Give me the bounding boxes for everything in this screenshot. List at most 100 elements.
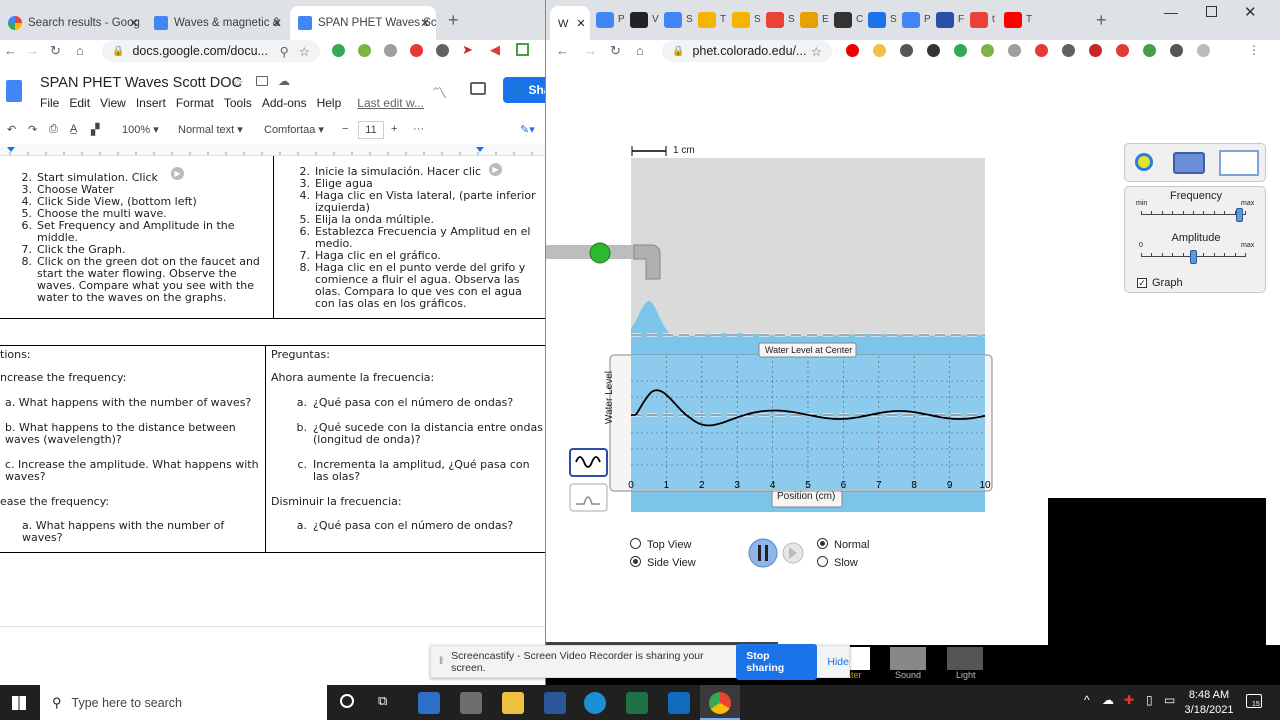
tab-search-results[interactable]: Search results - Goog ✕ bbox=[0, 6, 145, 40]
tab-title[interactable]: P bbox=[924, 14, 931, 25]
close-icon[interactable]: ✕ bbox=[272, 16, 282, 30]
taskbar-search-box[interactable]: ⚲ Type here to search bbox=[40, 685, 327, 720]
tab-title[interactable]: T bbox=[1026, 14, 1032, 25]
tab-favicon-icon[interactable] bbox=[698, 12, 716, 28]
extension-icon[interactable] bbox=[1116, 44, 1129, 57]
extension-plus-icon[interactable] bbox=[358, 44, 371, 57]
minimize-icon[interactable]: — bbox=[1164, 4, 1178, 20]
extension-icon[interactable] bbox=[1170, 44, 1183, 57]
taskbar-clock[interactable]: 8:48 AM 3/18/2021 bbox=[1180, 688, 1238, 718]
back-icon[interactable]: ← bbox=[556, 43, 569, 58]
screencastify-icon[interactable]: ◀ bbox=[490, 42, 500, 58]
google-docs-logo-icon[interactable] bbox=[6, 80, 22, 102]
tab-title[interactable]: S bbox=[754, 14, 761, 25]
move-folder-icon[interactable] bbox=[256, 76, 268, 86]
paint-format-icon[interactable]: ▞ bbox=[91, 123, 99, 136]
reload-icon[interactable]: ↻ bbox=[50, 43, 61, 59]
speaker-icon[interactable] bbox=[890, 647, 926, 670]
amplitude-slider-thumb[interactable] bbox=[1189, 250, 1197, 264]
extension-icon[interactable] bbox=[954, 44, 967, 57]
app-icon[interactable] bbox=[418, 692, 440, 714]
activity-trend-icon[interactable]: 〽 bbox=[432, 82, 447, 103]
tab-title[interactable]: V bbox=[652, 14, 659, 25]
grammarly-icon[interactable] bbox=[332, 44, 345, 57]
tab-favicon-icon[interactable] bbox=[902, 12, 920, 28]
extension-icon[interactable] bbox=[927, 44, 940, 57]
tab-title[interactable]: S bbox=[686, 14, 693, 25]
drag-handle-icon[interactable]: ‖ bbox=[439, 656, 443, 667]
decrease-font-icon[interactable]: − bbox=[342, 123, 348, 135]
close-icon[interactable]: ✕ bbox=[129, 16, 139, 30]
view-top-radio[interactable]: Top View bbox=[630, 538, 691, 551]
reload-icon[interactable]: ↻ bbox=[610, 43, 621, 59]
menu-help[interactable]: Help bbox=[317, 96, 342, 110]
tab-favicon-icon[interactable] bbox=[970, 12, 988, 28]
extension-icon[interactable] bbox=[981, 44, 994, 57]
cursor-extension-icon[interactable]: ➤ bbox=[462, 42, 473, 58]
bookmark-star-icon[interactable]: ☆ bbox=[811, 44, 822, 59]
comments-icon[interactable] bbox=[470, 82, 486, 95]
frequency-slider-thumb[interactable] bbox=[1236, 208, 1244, 222]
forward-icon[interactable]: → bbox=[584, 43, 597, 58]
document-title[interactable]: SPAN PHET Waves Scott DOC bbox=[40, 75, 242, 91]
extension-icon[interactable] bbox=[873, 44, 886, 57]
zoom-select[interactable]: 100% ▾ bbox=[122, 123, 159, 136]
share-button[interactable]: 👤 Sha bbox=[503, 77, 545, 103]
chrome-icon[interactable] bbox=[709, 692, 731, 714]
back-icon[interactable]: ← bbox=[4, 43, 17, 58]
extension-icon[interactable] bbox=[1008, 44, 1021, 57]
extension-icon[interactable] bbox=[410, 44, 423, 57]
onedrive-icon[interactable]: ☁ bbox=[1102, 693, 1114, 707]
tab-favicon-icon[interactable] bbox=[766, 12, 784, 28]
last-edit-link[interactable]: Last edit w... bbox=[357, 96, 424, 110]
tab-title[interactable]: T bbox=[720, 14, 726, 25]
menu-file[interactable]: File bbox=[40, 96, 59, 110]
increase-font-icon[interactable]: + bbox=[391, 123, 397, 135]
laser-icon[interactable] bbox=[947, 647, 983, 670]
new-tab-icon[interactable]: + bbox=[448, 10, 459, 31]
extension-icon[interactable] bbox=[1035, 44, 1048, 57]
water-screen-button[interactable] bbox=[850, 647, 870, 670]
extension-icon[interactable] bbox=[1089, 44, 1102, 57]
tab-title[interactable]: F bbox=[958, 14, 964, 25]
graph-checkbox[interactable]: ✓ Graph bbox=[1137, 277, 1183, 289]
address-bar[interactable]: 🔒 phet.colorado.edu/... ☆ bbox=[662, 40, 832, 62]
menu-view[interactable]: View bbox=[100, 96, 126, 110]
spellcheck-icon[interactable]: A̲ bbox=[70, 123, 77, 135]
measuring-tape-icon[interactable] bbox=[1135, 153, 1153, 171]
wave-meter-icon[interactable] bbox=[1219, 150, 1259, 176]
font-size-input[interactable]: 11 bbox=[358, 121, 384, 139]
menu-addons[interactable]: Add-ons bbox=[262, 96, 307, 110]
tab-title[interactable]: E bbox=[822, 14, 829, 25]
windows-start-icon[interactable] bbox=[12, 696, 26, 710]
tab-active-w[interactable]: W ✕ bbox=[550, 6, 590, 40]
tray-app-icon[interactable]: ✚ bbox=[1124, 693, 1134, 707]
network-icon[interactable]: ▯ bbox=[1146, 693, 1153, 707]
task-view-icon[interactable]: ⧉ bbox=[378, 693, 387, 709]
tab-title[interactable]: S bbox=[788, 14, 795, 25]
menu-format[interactable]: Format bbox=[176, 96, 214, 110]
word-icon[interactable] bbox=[544, 692, 566, 714]
tab-favicon-icon[interactable] bbox=[800, 12, 818, 28]
tab-favicon-icon[interactable] bbox=[630, 12, 648, 28]
tab-favicon-icon[interactable] bbox=[664, 12, 682, 28]
extension-icon[interactable] bbox=[1143, 44, 1156, 57]
print-icon[interactable]: ⎙ bbox=[49, 123, 58, 136]
close-icon[interactable]: ✕ bbox=[576, 18, 585, 30]
forward-icon[interactable]: → bbox=[26, 43, 39, 58]
chevron-up-icon[interactable]: ^ bbox=[1084, 693, 1090, 707]
zoom-icon[interactable]: ⚲ bbox=[280, 44, 289, 59]
menu-edit[interactable]: Edit bbox=[69, 96, 90, 110]
tab-title[interactable]: C bbox=[856, 14, 863, 25]
speed-slow-radio[interactable]: Slow bbox=[817, 556, 858, 569]
window-close-icon[interactable]: ✕ bbox=[1244, 3, 1257, 21]
address-bar[interactable]: 🔒 docs.google.com/docu... ⚲ ☆ bbox=[102, 40, 320, 62]
tab-favicon-icon[interactable] bbox=[596, 12, 614, 28]
close-icon[interactable]: ✕ bbox=[420, 16, 430, 30]
chrome-menu-icon[interactable]: ⋮ bbox=[1248, 43, 1260, 57]
extension-icon[interactable] bbox=[1197, 44, 1210, 57]
tab-favicon-icon[interactable] bbox=[834, 12, 852, 28]
stopwatch-icon[interactable] bbox=[1173, 152, 1205, 174]
undo-icon[interactable]: ↶ bbox=[7, 123, 16, 136]
bookmark-star-icon[interactable]: ☆ bbox=[299, 44, 310, 59]
